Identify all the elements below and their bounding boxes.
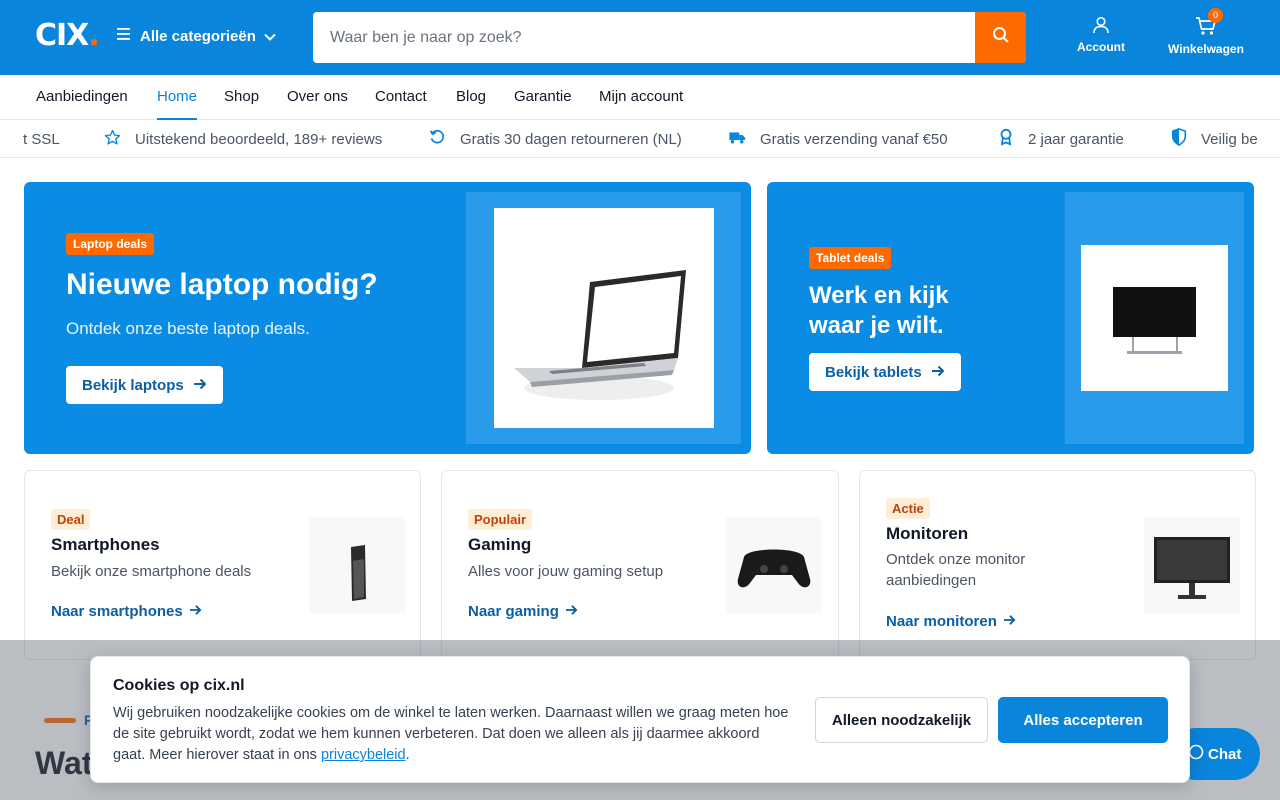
search-bar [313,12,1026,63]
arrow-right-icon [1003,613,1016,630]
hero-laptop-subtitle: Ontdek onze beste laptop deals. [66,319,310,338]
category-description: Ontdek onze monitor aanbiedingen [886,551,1026,589]
hero-laptop-card[interactable]: Laptop deals Nieuwe laptop nodig? Ontdek… [24,182,751,454]
usp-secure: Veilig be [1171,120,1258,157]
laptop-image [494,208,714,428]
laptop-deals-badge: Laptop deals [66,233,155,255]
chevron-down-icon [264,28,276,45]
all-categories-button[interactable]: Alle categorieën [116,27,276,45]
nav-home[interactable]: Home [157,75,198,120]
arrow-right-icon [189,603,202,620]
cookie-title: Cookies op cix.nl [113,677,245,694]
hero-tablet-card[interactable]: Tablet deals Werk en kijk waar je wilt. … [767,182,1254,454]
category-title: Gaming [468,535,532,554]
nav-contact[interactable]: Contact [375,75,427,120]
cookie-text: Wij gebruiken noodzakelijke cookies om d… [113,705,789,763]
category-card-gaming[interactable]: Populair Gaming Alles voor jouw gaming s… [441,470,839,660]
popular-badge: Populair [468,509,533,530]
category-title: Monitoren [886,524,969,543]
user-icon [1075,16,1127,37]
nav-garantie[interactable]: Garantie [514,75,572,120]
display-illustration [1113,287,1196,354]
to-monitors-link[interactable]: Naar monitoren [886,613,1016,630]
chat-icon [1188,744,1204,764]
usp-ssl: t SSL [23,130,60,148]
star-icon [104,129,121,150]
usp-returns: Gratis 30 dagen retourneren (NL) [429,120,682,157]
search-button[interactable] [975,12,1026,63]
controller-image [726,517,822,613]
usp-shipping: Gratis verzending vanaf €50 [729,120,948,157]
cart-count-badge: 0 [1208,8,1223,23]
tablet-deals-badge: Tablet deals [809,247,892,269]
arrow-right-icon [565,603,578,620]
nav-aanbiedingen[interactable]: Aanbiedingen [36,75,128,120]
usp-reviews: Uitstekend beoordeeld, 189+ reviews [104,120,382,157]
cookie-banner: Cookies op cix.nl Wij gebruiken noodzake… [90,656,1190,783]
main-navigation: Aanbiedingen Home Shop Over ons Contact … [0,75,1280,120]
nav-over-ons[interactable]: Over ons [287,75,348,120]
cart-button[interactable]: 0 Winkelwagen [1166,8,1246,56]
category-card-monitors[interactable]: Actie Monitoren Ontdek onze monitor aanb… [859,470,1256,660]
category-description: Alles voor jouw gaming setup [468,563,664,580]
search-icon [992,26,1010,49]
category-description: Bekijk onze smartphone deals [51,563,252,580]
cart-icon: 0 [1194,8,1223,39]
return-icon [429,129,446,150]
usp-bar: t SSL Uitstekend beoordeeld, 189+ review… [0,120,1280,158]
tablet-image [1081,245,1228,391]
truck-icon [729,130,746,149]
to-smartphones-link[interactable]: Naar smartphones [51,603,202,620]
view-laptops-button[interactable]: Bekijk laptops [66,366,223,404]
privacy-policy-link[interactable]: privacybeleid [321,747,406,763]
account-label: Account [1077,40,1125,54]
nav-shop[interactable]: Shop [224,75,259,120]
arrow-right-icon [931,364,945,381]
account-button[interactable]: Account [1075,16,1127,54]
accept-all-button[interactable]: Alles accepteren [998,697,1168,743]
nav-blog[interactable]: Blog [456,75,486,120]
smartphone-image [309,517,405,613]
all-categories-label: Alle categorieën [140,27,256,45]
view-tablets-button[interactable]: Bekijk tablets [809,353,961,391]
cart-label: Winkelwagen [1168,42,1244,56]
necessary-only-button[interactable]: Alleen noodzakelijk [815,697,988,743]
cix-logo[interactable]: CIX. [35,18,100,53]
monitor-image [1144,517,1240,613]
award-icon [998,128,1014,150]
usp-warranty: 2 jaar garantie [998,120,1124,157]
site-header: CIX. Alle categorieën Account 0 Winkelwa… [0,0,1280,75]
category-title: Smartphones [51,535,160,554]
arrow-right-icon [193,377,207,394]
to-gaming-link[interactable]: Naar gaming [468,603,578,620]
search-input[interactable] [313,12,975,63]
category-card-smartphones[interactable]: Deal Smartphones Bekijk onze smartphone … [24,470,421,660]
shield-icon [1171,128,1187,150]
hero-laptop-title: Nieuwe laptop nodig? [66,268,378,301]
hero-tablet-title: Werk en kijk waar je wilt. [809,282,949,339]
action-badge: Actie [886,498,930,519]
deal-badge: Deal [51,509,91,530]
laptop-illustration [514,270,686,400]
nav-mijn-account[interactable]: Mijn account [599,75,683,120]
menu-icon [116,27,132,45]
